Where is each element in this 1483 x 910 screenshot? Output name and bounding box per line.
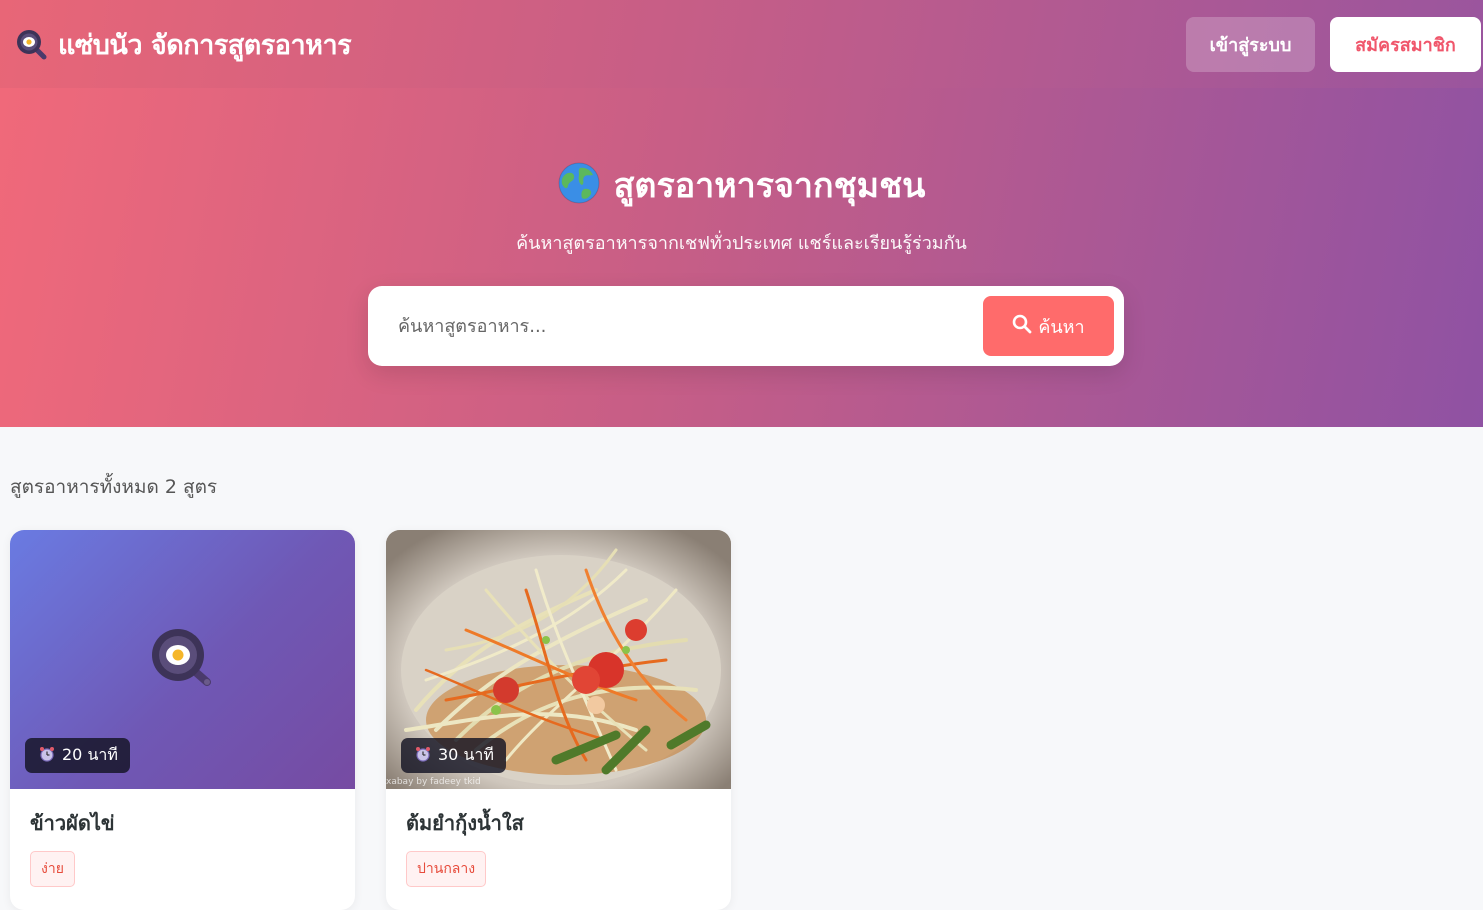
recipe-title[interactable]: ข้าวผัดไข่ — [30, 807, 335, 839]
search-input[interactable] — [398, 315, 983, 337]
recipe-image-placeholder: 20 นาที — [10, 530, 355, 789]
recipe-photo: xabay by fadeey tkid 30 นาที — [386, 530, 731, 789]
cook-time: 30 นาที — [438, 745, 494, 764]
search-button[interactable]: ค้นหา — [983, 296, 1114, 356]
hero-section: สูตรอาหารจากชุมชน ค้นหาสูตรอาหารจากเชฟทั… — [0, 88, 1483, 427]
recipe-count: สูตรอาหารทั้งหมด 2 สูตร — [10, 476, 218, 498]
difficulty-badge: ปานกลาง — [406, 851, 487, 887]
hero-subtitle: ค้นหาสูตรอาหารจากเชฟทั่วประเทศ แชร์และเร… — [516, 233, 967, 254]
recipe-title[interactable]: ต้มยำกุ้งน้ำใส — [406, 807, 711, 839]
search-button-label: ค้นหา — [1038, 316, 1085, 338]
nav-actions: เข้าสู่ระบบ สมัครสมาชิก — [1186, 16, 1481, 72]
hero-title-row: สูตรอาหารจากชุมชน — [0, 158, 1483, 212]
difficulty-badge: ง่าย — [30, 851, 75, 887]
alarm-clock-icon — [415, 746, 431, 766]
alarm-clock-icon — [39, 746, 55, 766]
hero-title: สูตรอาหารจากชุมชน — [613, 166, 926, 206]
recipe-card-body: ข้าวผัดไข่ ง่าย — [10, 789, 355, 905]
register-button[interactable]: สมัครสมาชิก — [1330, 16, 1481, 72]
globe-icon — [558, 162, 600, 208]
frying-pan-icon — [14, 27, 48, 61]
recipe-card[interactable]: xabay by fadeey tkid 30 นาที ต้มยำกุ้งน้… — [386, 530, 731, 910]
cook-time-badge: 20 นาที — [25, 738, 130, 773]
navbar: แซ่บนัว จัดการสูตรอาหาร เข้าสู่ระบบ สมัค… — [0, 0, 1483, 88]
search-icon — [1012, 314, 1032, 339]
cook-time-badge: 30 นาที — [401, 738, 506, 773]
recipe-card-body: ต้มยำกุ้งน้ำใส ปานกลาง — [386, 789, 731, 905]
search-box: ค้นหา — [368, 286, 1124, 366]
recipe-card[interactable]: 20 นาที ข้าวผัดไข่ ง่าย — [10, 530, 355, 910]
image-caption: xabay by fadeey tkid — [386, 777, 481, 787]
brand[interactable]: แซ่บนัว จัดการสูตรอาหาร — [14, 23, 352, 66]
brand-title: แซ่บนัว จัดการสูตรอาหาร — [58, 29, 352, 61]
frying-pan-icon — [151, 628, 215, 696]
cook-time: 20 นาที — [62, 745, 118, 764]
login-button[interactable]: เข้าสู่ระบบ — [1186, 16, 1315, 72]
